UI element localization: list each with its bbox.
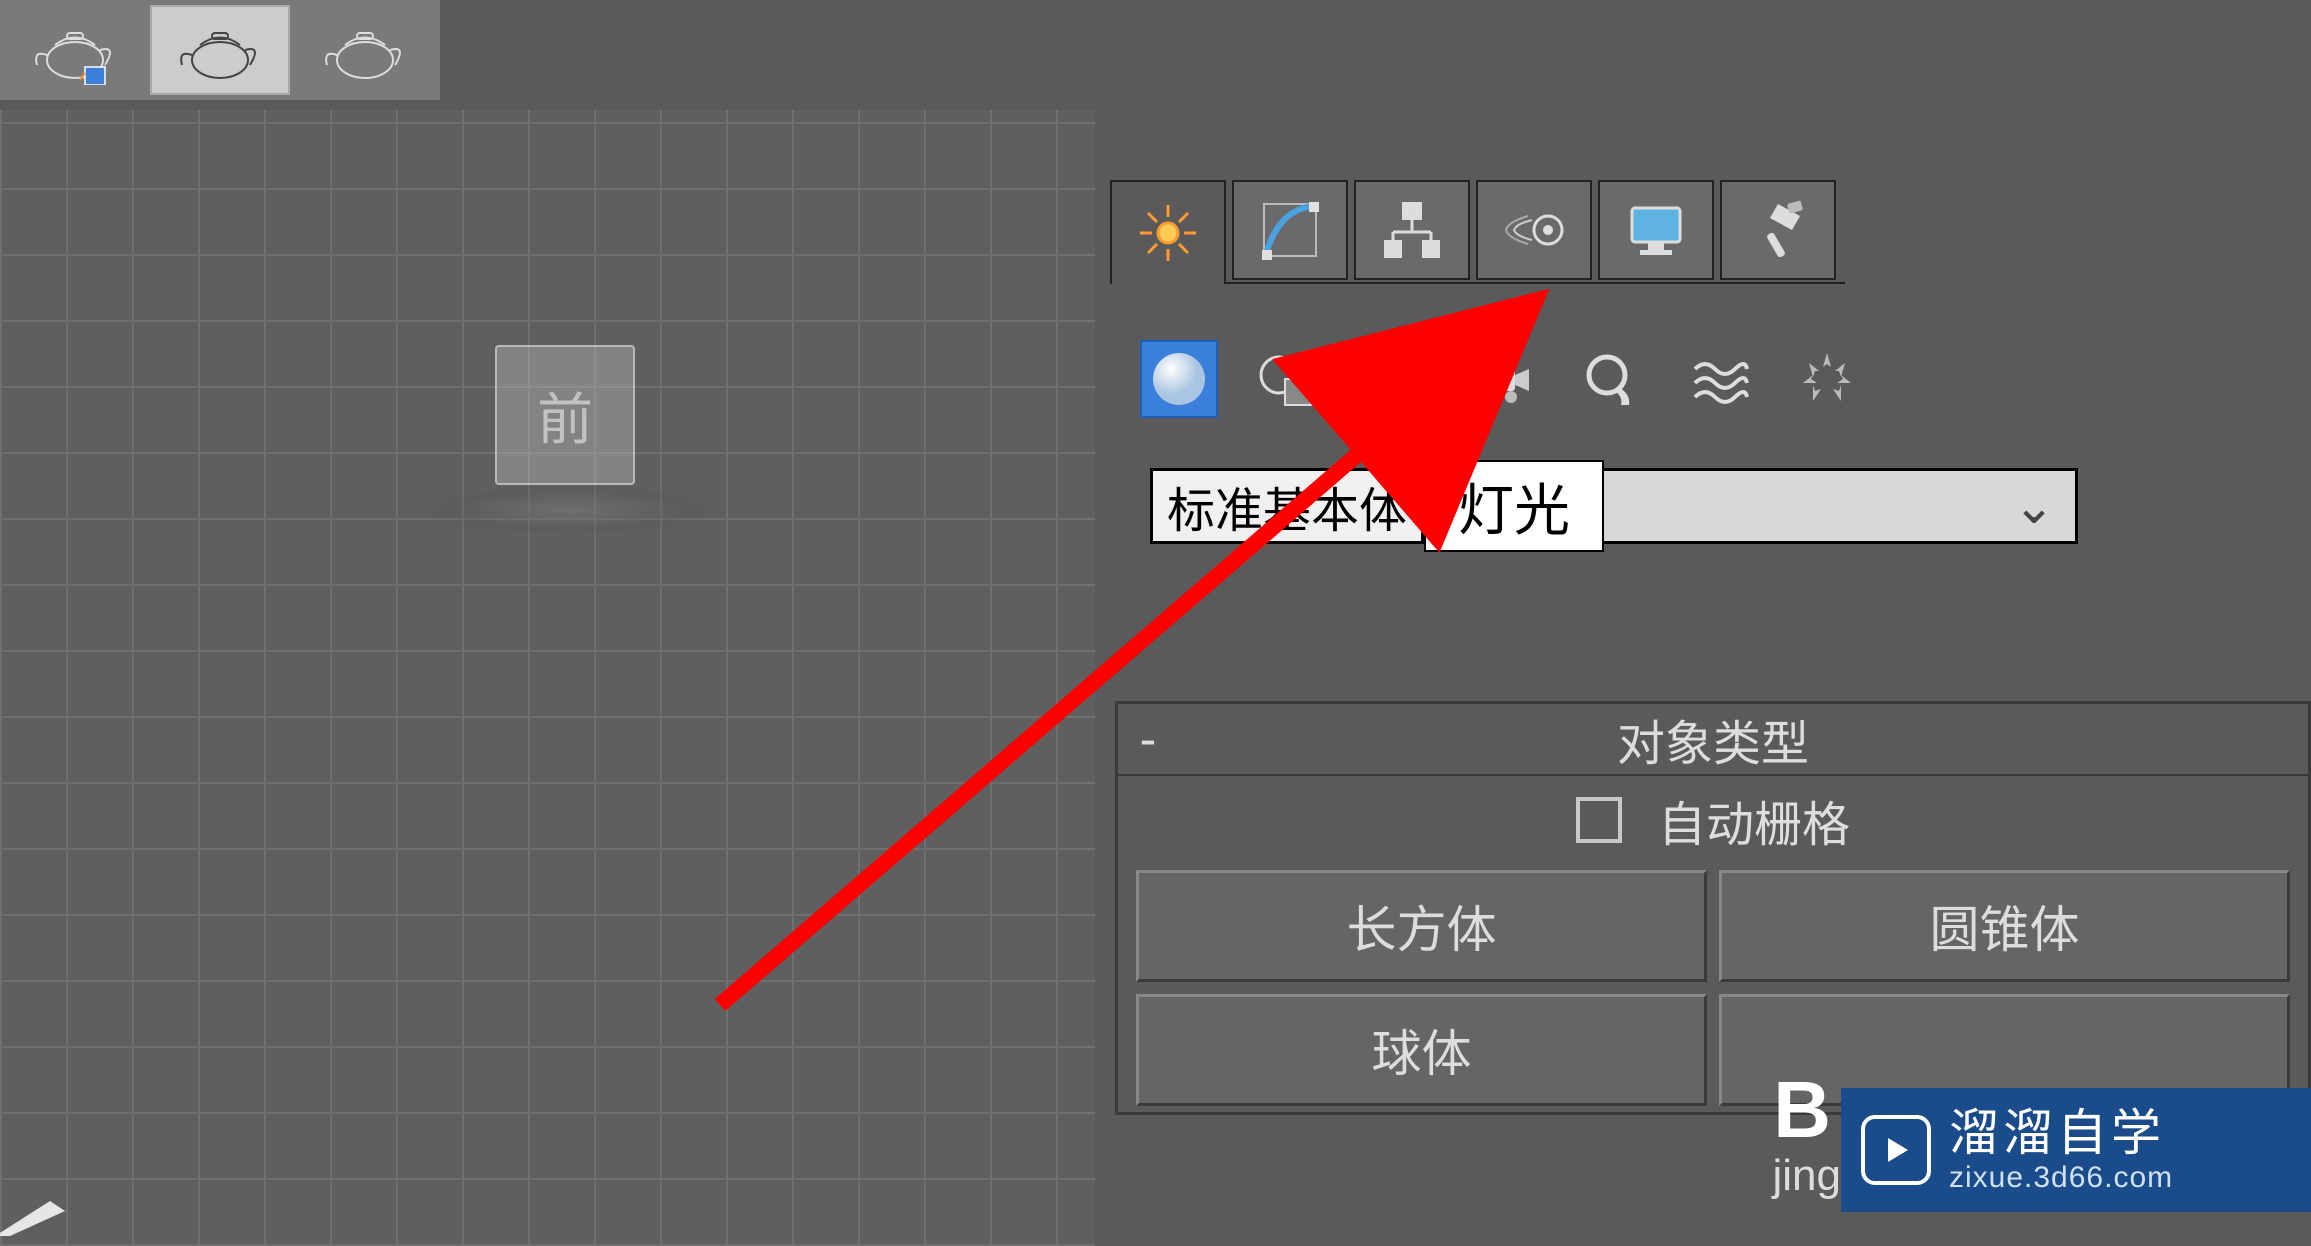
viewport[interactable]: 前: [0, 110, 1095, 1246]
watermark-banner: 溜溜自学 zixue.3d66.com: [1841, 1088, 2311, 1212]
type-sphere-button[interactable]: 球体: [1136, 994, 1707, 1106]
geometry-icon: [1149, 349, 1209, 409]
teapot-preset-2[interactable]: [150, 5, 290, 95]
object-type-panel: - 对象类型 自动栅格 长方体 圆锥体 球体: [1115, 701, 2311, 1115]
tab-utilities[interactable]: [1720, 180, 1836, 280]
collapse-toggle[interactable]: -: [1118, 710, 1178, 768]
top-toolbar: [0, 0, 440, 100]
banner-main-text: 溜溜自学: [1949, 1106, 2173, 1161]
subcat-spacewarps[interactable]: [1680, 340, 1758, 418]
subcat-cameras[interactable]: [1464, 340, 1542, 418]
object-type-grid: 长方体 圆锥体 球体: [1118, 864, 2308, 1112]
tab-create[interactable]: [1110, 180, 1226, 284]
command-panel: 标准基本体 灯光 ⌄ - 对象类型 自动栅格 长方体 圆锥体 球体: [1095, 110, 2311, 1246]
display-icon: [1620, 194, 1692, 266]
tab-modify[interactable]: [1232, 180, 1348, 280]
teapot-preset-1[interactable]: [5, 5, 145, 95]
create-type-dropdown-label: 标准基本体: [1150, 468, 1424, 544]
autogrid-checkbox[interactable]: [1576, 797, 1622, 843]
axis-gizmo-icon: [0, 1196, 65, 1236]
spacewarps-icon: [1689, 349, 1749, 409]
tab-display[interactable]: [1598, 180, 1714, 280]
lights-icon: [1365, 349, 1425, 409]
banner-play-icon: [1861, 1115, 1931, 1185]
subcat-helpers[interactable]: [1572, 340, 1650, 418]
subcat-systems[interactable]: [1788, 340, 1866, 418]
tab-motion[interactable]: [1476, 180, 1592, 280]
subcat-geometry[interactable]: [1140, 340, 1218, 418]
modify-icon: [1254, 194, 1326, 266]
lights-tooltip: 灯光: [1424, 460, 1604, 552]
subcat-lights[interactable]: [1356, 340, 1434, 418]
watermark-b-letter: B: [1773, 1064, 1831, 1156]
watermark-jing: jing: [1773, 1151, 1842, 1201]
utilities-icon: [1742, 194, 1814, 266]
motion-icon: [1498, 194, 1570, 266]
create-subcategories: [1140, 340, 1866, 418]
create-type-dropdown-row: 标准基本体 灯光 ⌄: [1150, 460, 2078, 552]
subcat-shapes[interactable]: [1248, 340, 1326, 418]
teapot-icon: [170, 15, 270, 85]
create-type-dropdown[interactable]: ⌄: [1604, 468, 2078, 544]
helpers-icon: [1581, 349, 1641, 409]
type-cone-button[interactable]: 圆锥体: [1719, 870, 2290, 982]
hierarchy-icon: [1376, 194, 1448, 266]
teapot-preset-3[interactable]: [295, 5, 435, 95]
teapot-icon: [25, 15, 125, 85]
shapes-icon: [1257, 349, 1317, 409]
viewcube-shadow: [420, 485, 720, 535]
chevron-down-icon: ⌄: [2013, 477, 2055, 535]
object-type-title: 对象类型: [1178, 704, 2308, 774]
command-panel-tabs: [1110, 180, 1836, 284]
type-box-button[interactable]: 长方体: [1136, 870, 1707, 982]
create-icon: [1132, 197, 1204, 269]
autogrid-label: 自动栅格: [1658, 785, 1850, 855]
cameras-icon: [1473, 349, 1533, 409]
systems-icon: [1797, 349, 1857, 409]
viewcube[interactable]: 前: [495, 345, 635, 485]
tab-hierarchy[interactable]: [1354, 180, 1470, 280]
autogrid-row: 自动栅格: [1118, 776, 2308, 864]
teapot-icon: [315, 15, 415, 85]
object-type-header[interactable]: - 对象类型: [1118, 704, 2308, 776]
banner-sub-text: zixue.3d66.com: [1949, 1161, 2173, 1194]
